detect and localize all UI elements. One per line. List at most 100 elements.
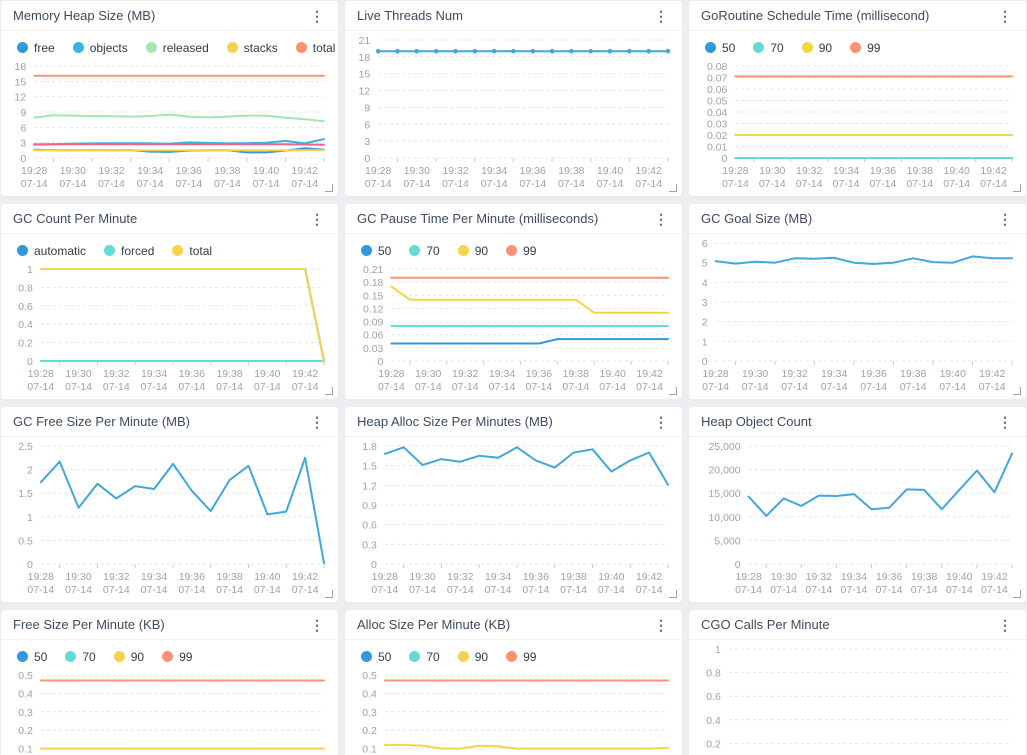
legend-item-50[interactable]: 50 [361,244,391,258]
legend-item-50[interactable]: 50 [361,650,391,664]
data-point-marker [646,49,651,54]
kebab-menu-icon[interactable]: ⋮ [308,616,326,634]
resize-handle-icon[interactable] [669,184,677,192]
panel-header: Free Size Per Minute (KB) ⋮ [1,610,338,640]
x-tick-date-label: 07-14 [415,381,442,393]
kebab-menu-icon[interactable]: ⋮ [308,7,326,25]
kebab-menu-icon[interactable]: ⋮ [996,616,1014,634]
line-chart[interactable]: 012345619:2807-1419:3007-1419:3207-1419:… [689,234,1026,399]
resize-handle-icon[interactable] [1013,590,1021,598]
legend-item-objects[interactable]: objects [73,41,128,55]
kebab-menu-icon[interactable]: ⋮ [652,7,670,25]
line-chart[interactable]: 00.10.20.30.40.519:2807-1419:3007-1419:3… [1,666,338,755]
data-point-marker [627,49,632,54]
x-tick-time-label: 19:38 [214,165,240,177]
x-tick-date-label: 07-14 [141,381,168,393]
legend-dot-icon [458,245,469,256]
y-tick-label: 0.5 [18,670,33,682]
resize-handle-icon[interactable] [325,590,333,598]
x-tick-time-label: 19:38 [560,571,586,583]
legend-item-90[interactable]: 90 [114,650,144,664]
legend-item-99[interactable]: 99 [506,650,536,664]
legend-item-total[interactable]: total [172,244,212,258]
y-tick-label: 0.4 [706,715,721,727]
legend-item-total[interactable]: total [296,41,336,55]
y-tick-label: 0.07 [707,73,728,85]
line-chart[interactable]: 00.20.40.60.8119:2807-1419:3007-1419:320… [689,640,1026,755]
data-point-marker [473,49,478,54]
x-tick-time-label: 19:40 [253,165,279,177]
x-tick-time-label: 19:40 [600,368,626,380]
kebab-menu-icon[interactable]: ⋮ [652,616,670,634]
legend-label: 90 [475,650,488,664]
resize-handle-icon[interactable] [325,184,333,192]
data-point-marker [588,49,593,54]
legend-item-70[interactable]: 70 [753,41,783,55]
legend-label: 50 [34,650,47,664]
legend-label: 50 [722,41,735,55]
resize-handle-icon[interactable] [669,387,677,395]
y-tick-label: 18 [359,52,371,64]
legend-item-forced[interactable]: forced [104,244,154,258]
panel-gc-count-per-minute: GC Count Per Minute ⋮ automaticforcedtot… [0,203,339,400]
legend-item-99[interactable]: 99 [850,41,880,55]
legend-item-90[interactable]: 90 [802,41,832,55]
kebab-menu-icon[interactable]: ⋮ [652,210,670,228]
x-tick-time-label: 19:36 [523,571,549,583]
x-tick-time-label: 19:36 [179,368,205,380]
legend-item-90[interactable]: 90 [458,650,488,664]
y-tick-label: 18 [15,61,27,73]
legend-dot-icon [227,42,238,53]
kebab-menu-icon[interactable]: ⋮ [996,7,1014,25]
x-tick-time-label: 19:42 [980,165,1006,177]
panel-live-threads-num: Live Threads Num ⋮ 03691215182119:2807-1… [344,0,683,197]
resize-handle-icon[interactable] [325,387,333,395]
resize-handle-icon[interactable] [1013,184,1021,192]
line-chart[interactable]: 00.20.40.60.8119:2807-1419:3007-1419:320… [1,260,338,399]
legend-item-90[interactable]: 90 [458,244,488,258]
legend-item-70[interactable]: 70 [65,650,95,664]
y-tick-label: 0.02 [707,130,728,142]
x-tick-date-label: 07-14 [65,584,92,596]
line-chart[interactable]: 05,00010,00015,00020,00025,00019:2807-14… [689,437,1026,602]
kebab-menu-icon[interactable]: ⋮ [308,413,326,431]
y-tick-label: 3 [20,138,26,150]
x-tick-date-label: 07-14 [371,584,398,596]
line-chart[interactable]: 00.511.522.519:2807-1419:3007-1419:3207-… [1,437,338,602]
legend-item-99[interactable]: 99 [506,244,536,258]
data-point-marker [453,49,458,54]
y-tick-label: 0 [371,559,377,571]
panel-header: GC Goal Size (MB) ⋮ [689,204,1026,234]
line-chart[interactable]: 00.010.020.030.040.050.060.070.0819:2807… [689,57,1026,196]
y-tick-label: 0.09 [363,317,384,329]
line-chart[interactable]: 00.30.60.91.21.51.819:2807-1419:3007-141… [345,437,682,602]
y-tick-label: 0.03 [363,343,384,355]
y-tick-label: 15,000 [708,488,740,500]
kebab-menu-icon[interactable]: ⋮ [652,413,670,431]
kebab-menu-icon[interactable]: ⋮ [308,210,326,228]
line-chart[interactable]: 036912151819:2807-1419:3007-1419:3207-14… [1,57,338,196]
legend-item-stacks[interactable]: stacks [227,41,278,55]
x-tick-time-label: 19:28 [735,571,761,583]
x-tick-date-label: 07-14 [522,584,549,596]
resize-handle-icon[interactable] [669,590,677,598]
legend-item-free[interactable]: free [17,41,55,55]
legend-item-70[interactable]: 70 [409,650,439,664]
x-tick-time-label: 19:32 [452,368,478,380]
legend-item-99[interactable]: 99 [162,650,192,664]
y-tick-label: 0.1 [18,744,33,755]
x-tick-time-label: 19:32 [442,165,468,177]
line-chart[interactable]: 03691215182119:2807-1419:3007-1419:3207-… [345,31,682,196]
legend-item-70[interactable]: 70 [409,244,439,258]
chart-legend: automatic forced total [1,234,338,260]
legend-item-50[interactable]: 50 [705,41,735,55]
kebab-menu-icon[interactable]: ⋮ [996,413,1014,431]
legend-item-50[interactable]: 50 [17,650,47,664]
line-chart[interactable]: 00.10.20.30.40.519:2807-1419:3007-1419:3… [345,666,682,755]
resize-handle-icon[interactable] [1013,387,1021,395]
line-chart[interactable]: 00.030.060.090.120.150.180.2119:2807-141… [345,260,682,399]
legend-item-released[interactable]: released [146,41,209,55]
y-tick-label: 0.3 [18,707,33,719]
kebab-menu-icon[interactable]: ⋮ [996,210,1014,228]
legend-item-automatic[interactable]: automatic [17,244,86,258]
